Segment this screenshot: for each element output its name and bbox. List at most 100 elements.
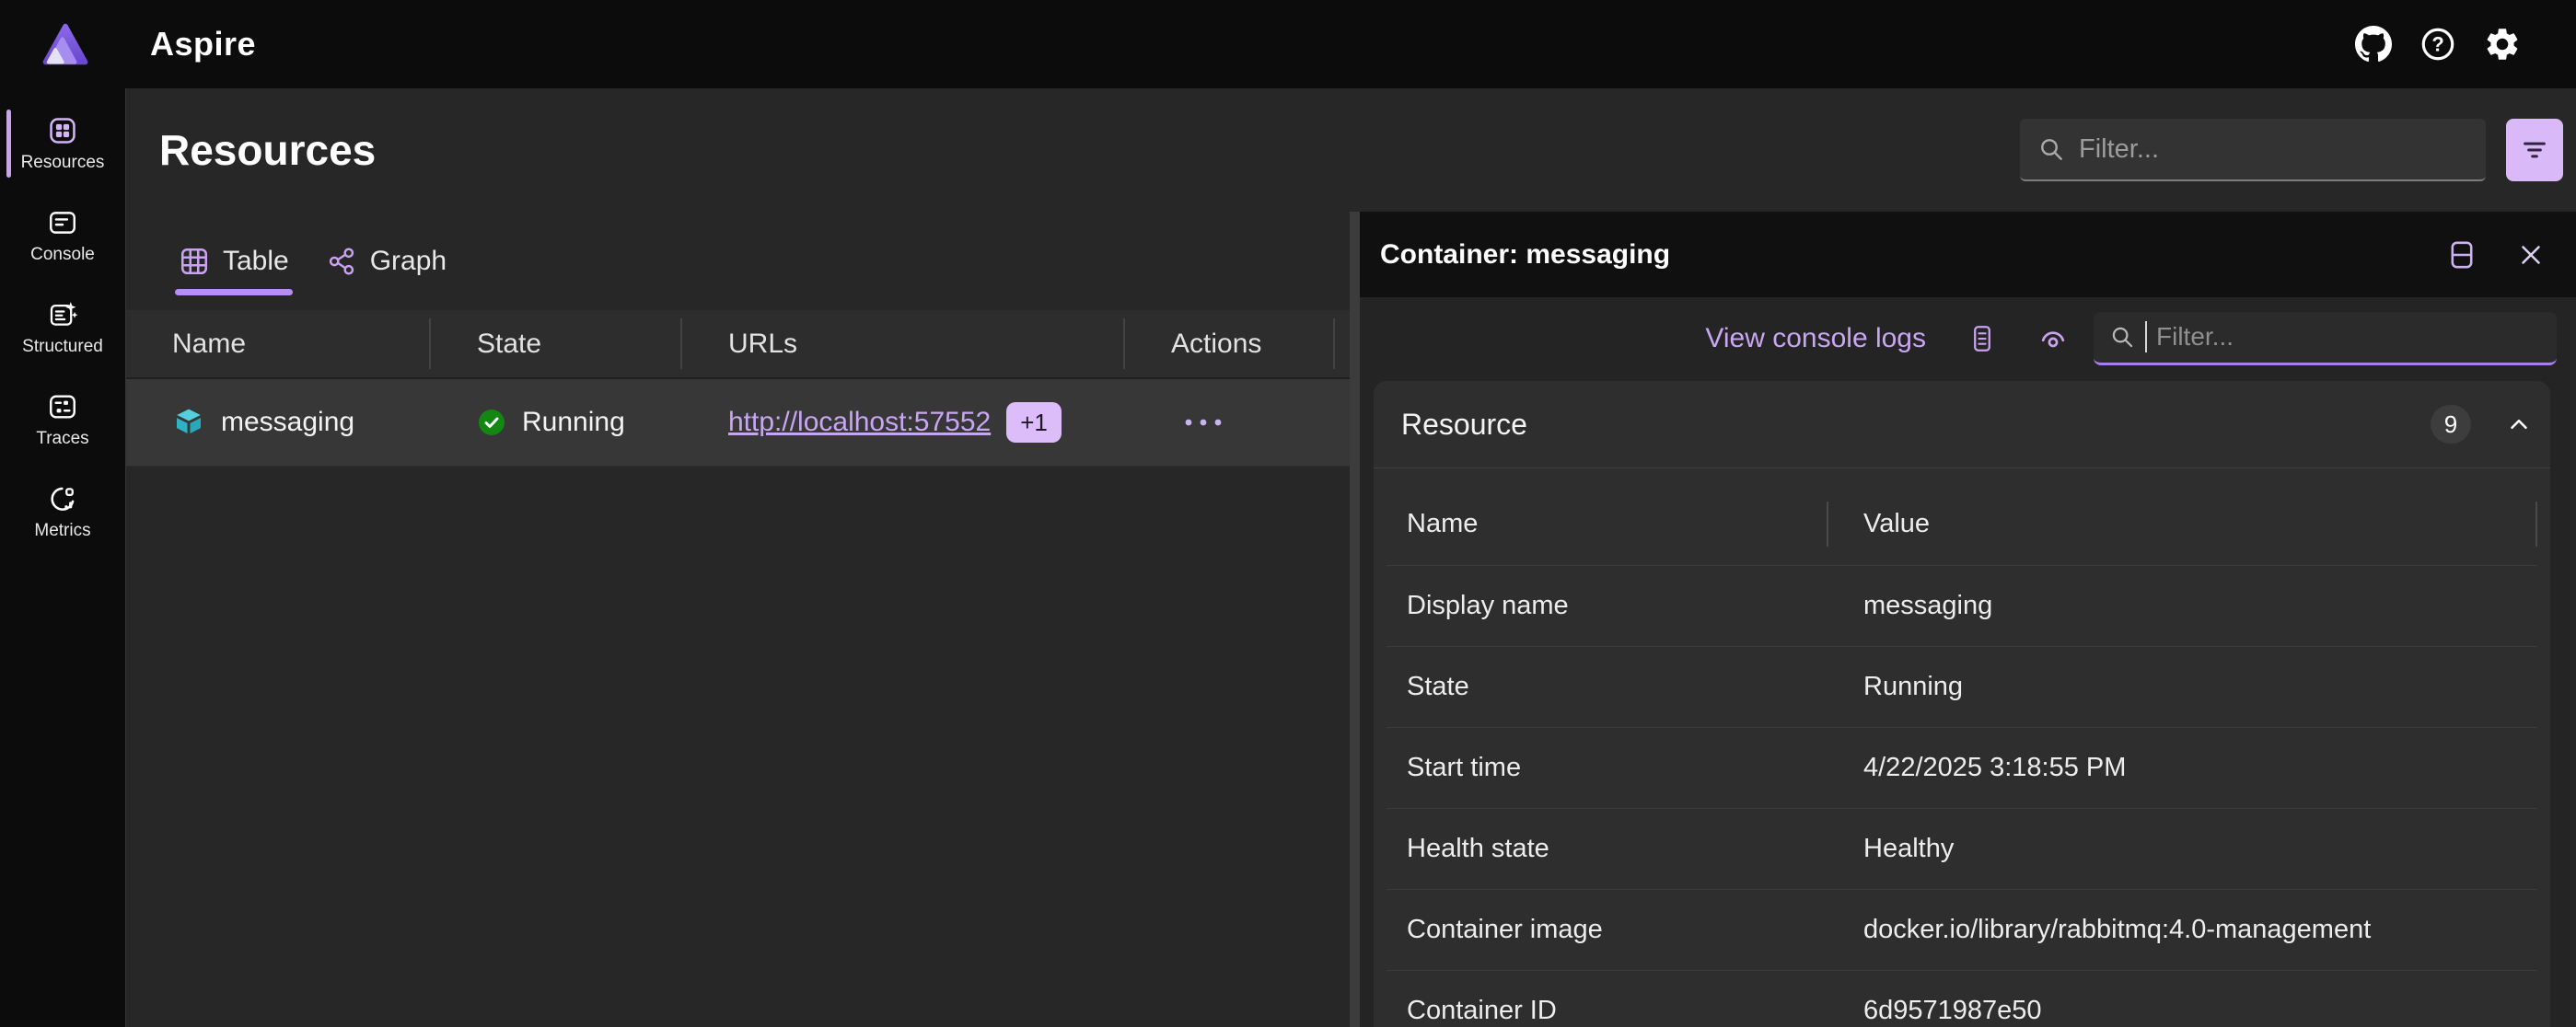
- resource-name: messaging: [221, 407, 354, 438]
- collapse-section-button[interactable]: [2504, 410, 2534, 439]
- resource-section-header[interactable]: Resource 9: [1374, 381, 2550, 468]
- details-title: Container: messaging: [1380, 239, 1670, 271]
- sidebar-item-structured[interactable]: Structured: [0, 285, 125, 370]
- section-title: Resource: [1401, 408, 1527, 442]
- resource-actions-cell: [1125, 379, 1335, 466]
- property-row-state: State Running: [1387, 647, 2537, 728]
- resource-state: Running: [522, 407, 625, 438]
- property-row-health-state: Health state Healthy: [1387, 809, 2537, 890]
- check-circle-icon: [477, 408, 506, 437]
- view-tabs: Table Graph: [126, 212, 1350, 310]
- column-header-state: State: [431, 310, 682, 377]
- tab-label: Graph: [370, 246, 447, 277]
- console-icon: [47, 207, 78, 238]
- tab-table[interactable]: Table: [171, 212, 296, 310]
- resources-table: Name State URLs Actions: [126, 310, 1350, 467]
- property-count-badge: 9: [2431, 405, 2471, 444]
- property-name: Start time: [1387, 728, 1828, 808]
- log-document-button[interactable]: [1967, 323, 1998, 354]
- chevron-up-icon: [2504, 410, 2534, 439]
- sidebar-item-metrics[interactable]: Metrics: [0, 469, 125, 554]
- close-icon: [2515, 239, 2547, 271]
- property-name: Health state: [1387, 809, 1828, 889]
- property-value: docker.io/library/rabbitmq:4.0-managemen…: [1828, 890, 2537, 970]
- view-console-logs-link[interactable]: View console logs: [1705, 323, 1926, 354]
- property-table: Name Value Display name messaging State …: [1387, 483, 2537, 1027]
- column-header-urls: URLs: [682, 310, 1125, 377]
- resources-grid-icon: [47, 115, 78, 146]
- sidebar-nav: Resources Console Str: [0, 88, 126, 1027]
- details-header: Container: messaging: [1360, 212, 2576, 297]
- resources-table-header: Name State URLs Actions: [126, 310, 1350, 379]
- traces-icon: [47, 391, 78, 422]
- resources-pane: Table Graph: [126, 212, 1350, 1027]
- watch-eye-icon: [2036, 322, 2070, 355]
- help-button[interactable]: ?: [2418, 24, 2458, 64]
- column-header-spacer: [1335, 310, 1381, 377]
- search-icon: [2108, 323, 2136, 351]
- details-toolbar: View console logs: [1360, 297, 2576, 379]
- more-actions-icon: [1182, 417, 1224, 428]
- more-actions-button[interactable]: [1125, 417, 1224, 428]
- resource-details-panel: Container: messaging: [1360, 212, 2576, 1027]
- tab-label: Table: [223, 246, 289, 277]
- sidebar-item-console[interactable]: Console: [0, 193, 125, 278]
- settings-button[interactable]: [2482, 24, 2523, 64]
- search-icon: [2036, 134, 2066, 164]
- github-icon: [2355, 26, 2392, 63]
- property-value: Healthy: [1828, 809, 2537, 889]
- more-urls-badge[interactable]: +1: [1006, 402, 1062, 443]
- close-details-button[interactable]: [2515, 239, 2547, 271]
- sidebar-label: Console: [30, 245, 95, 265]
- resource-url-link[interactable]: http://localhost:57552: [728, 407, 991, 438]
- details-filter-input[interactable]: [2156, 322, 2542, 352]
- log-document-icon: [1967, 323, 1998, 354]
- resources-filter-field: [2020, 119, 2486, 181]
- split-panel-button[interactable]: [2445, 238, 2478, 271]
- sidebar-label: Structured: [22, 337, 103, 357]
- resource-name-cell: messaging: [126, 379, 431, 466]
- filter-lines-icon: [2521, 136, 2548, 164]
- property-row-container-image: Container image docker.io/library/rabbit…: [1387, 890, 2537, 971]
- page-title: Resources: [159, 125, 376, 175]
- split-panel-icon: [2445, 238, 2478, 271]
- resource-state-cell: Running: [431, 379, 682, 466]
- property-table-header: Name Value: [1387, 483, 2537, 566]
- graph-share-icon: [326, 246, 357, 277]
- property-name: Container ID: [1387, 971, 1828, 1027]
- watch-eye-button[interactable]: [2036, 322, 2070, 355]
- svg-text:?: ?: [2431, 32, 2443, 55]
- aspire-dashboard: Aspire ?: [0, 0, 2576, 1027]
- resource-urls-cell: http://localhost:57552 +1: [682, 379, 1125, 466]
- text-cursor: [2145, 321, 2147, 352]
- app-title: Aspire: [150, 25, 256, 63]
- resource-section-card: Resource 9 Name: [1374, 381, 2550, 1027]
- tab-graph[interactable]: Graph: [319, 212, 454, 310]
- aspire-logo-icon: [41, 22, 89, 66]
- details-content: Resource 9 Name: [1360, 379, 2576, 1027]
- property-name: Container image: [1387, 890, 1828, 970]
- help-icon: ?: [2419, 25, 2457, 63]
- filter-button[interactable]: [2506, 119, 2563, 181]
- metrics-icon: [47, 483, 78, 514]
- page-header: Resources: [126, 88, 2576, 212]
- sidebar-item-resources[interactable]: Resources: [0, 101, 125, 186]
- top-bar: Aspire ?: [0, 0, 2576, 88]
- resources-filter-input[interactable]: [2079, 134, 2469, 165]
- table-row-messaging[interactable]: messaging Running http://localhost:5: [126, 379, 1350, 467]
- property-column-name: Name: [1387, 483, 1828, 565]
- column-header-actions: Actions: [1125, 310, 1335, 377]
- property-row-display-name: Display name messaging: [1387, 566, 2537, 647]
- container-box-icon: [172, 406, 205, 439]
- github-button[interactable]: [2353, 24, 2394, 64]
- structured-logs-icon: [47, 299, 78, 330]
- property-row-container-id: Container ID 6d9571987e50: [1387, 971, 2537, 1027]
- sidebar-item-traces[interactable]: Traces: [0, 377, 125, 462]
- property-row-start-time: Start time 4/22/2025 3:18:55 PM: [1387, 728, 2537, 809]
- sidebar-label: Traces: [36, 429, 88, 449]
- table-grid-icon: [179, 246, 210, 277]
- property-column-value: Value: [1828, 483, 2537, 565]
- column-header-name: Name: [126, 310, 431, 377]
- sidebar-label: Metrics: [34, 521, 90, 541]
- topbar-actions: ?: [2353, 24, 2523, 64]
